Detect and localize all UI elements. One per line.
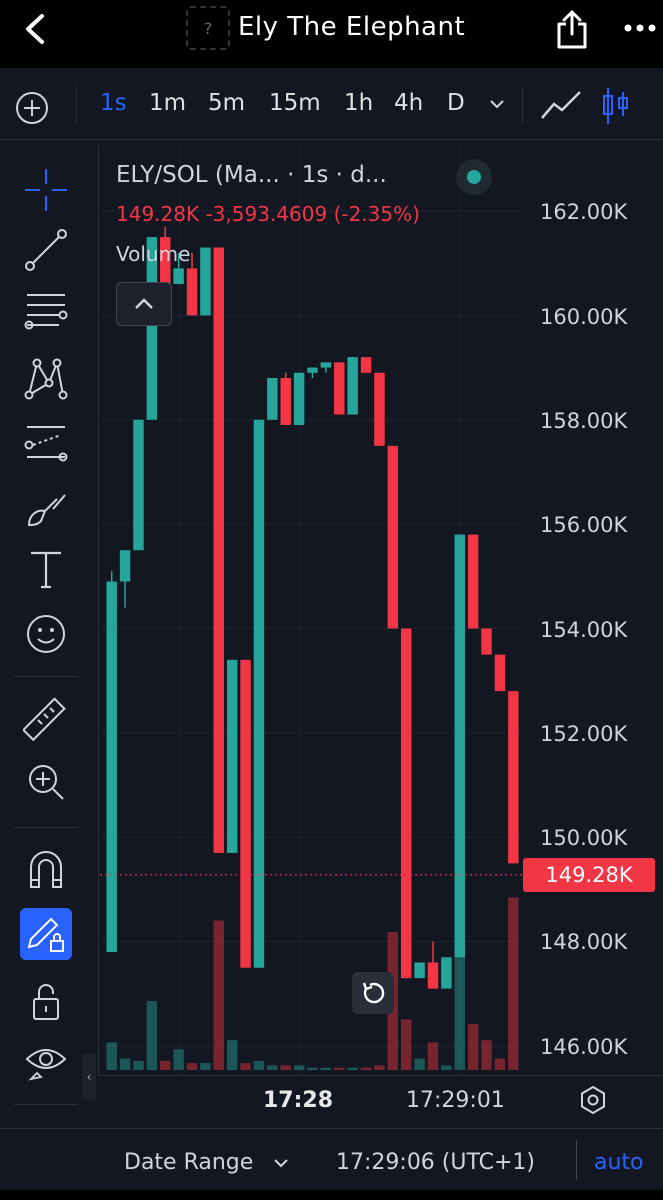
candle-body — [441, 957, 452, 989]
timezone-clock[interactable]: 17:29:06 (UTC+1) — [336, 1150, 535, 1175]
volume-bar — [106, 1042, 117, 1070]
price-axis-label: 160.00K — [540, 305, 628, 329]
volume-bar — [320, 1067, 332, 1070]
candle-body — [400, 628, 412, 979]
volume-bar — [173, 1049, 184, 1070]
app-root: ? Ely The Elephant 1s 1m 5m 15m 1h 4h D — [0, 0, 663, 1200]
price-axis-label: 162.00K — [540, 200, 628, 224]
live-status-dot — [456, 159, 492, 195]
legend-change-pct: (-2.35%) — [333, 202, 420, 226]
volume-bar — [508, 897, 519, 1070]
candle-body — [387, 445, 399, 629]
time-axis-label: 17:28 — [263, 1088, 334, 1113]
candle-body — [119, 550, 131, 582]
volume-bar — [293, 1065, 305, 1070]
legend-change: -3,593.4609 — [205, 202, 328, 226]
price-axis-label: 156.00K — [540, 513, 628, 537]
volume-bar — [441, 1065, 452, 1070]
volume-bar — [226, 1040, 238, 1070]
price-change-legend: 149.28K -3,593.4609 (-2.35%) — [116, 202, 420, 226]
candle-body — [320, 362, 332, 368]
candle-body — [200, 247, 211, 316]
volume-bar — [494, 1058, 506, 1070]
candle-body — [454, 534, 465, 958]
price-axis-label: 148.00K — [540, 930, 628, 954]
candle-body — [427, 962, 439, 989]
volume-bar — [334, 1067, 345, 1070]
bottom-divider — [576, 1140, 577, 1180]
chevron-up-icon — [135, 298, 153, 309]
volume-bar — [427, 1042, 439, 1070]
candle-body — [334, 362, 345, 415]
candle-body — [293, 372, 305, 425]
volume-bar — [414, 1058, 425, 1070]
candle-body — [280, 378, 291, 425]
volume-bar — [213, 920, 225, 1070]
volume-legend[interactable]: Volume — [116, 242, 190, 266]
chart-settings-icon[interactable] — [578, 1085, 608, 1115]
price-axis-label: 154.00K — [540, 618, 628, 642]
candle-body — [481, 628, 492, 655]
volume-bar — [160, 1060, 171, 1070]
current-price-tag: 149.28K — [523, 858, 655, 892]
candle-body — [347, 357, 358, 415]
volume-bar — [347, 1067, 358, 1070]
legend-last-price: 149.28K — [116, 202, 200, 226]
volume-bar — [119, 1058, 131, 1070]
volume-bar — [360, 1067, 372, 1070]
volume-bar — [481, 1040, 492, 1070]
candle-body — [494, 654, 506, 692]
volume-bar — [280, 1065, 291, 1070]
candle-body — [253, 419, 265, 968]
candle-body — [213, 247, 225, 853]
price-axis-label: 158.00K — [540, 409, 628, 433]
candle-body — [133, 419, 144, 551]
date-range-button[interactable]: Date Range — [124, 1150, 253, 1175]
bottom-bar — [0, 1128, 663, 1190]
volume-bar — [307, 1067, 318, 1070]
price-axis-label: 152.00K — [540, 722, 628, 746]
volume-bar — [253, 1060, 265, 1070]
candle-body — [374, 372, 385, 446]
volume-bar — [133, 1060, 144, 1070]
candle-body — [360, 357, 372, 373]
candle-body — [307, 367, 318, 373]
chevron-down-icon[interactable] — [272, 1152, 290, 1174]
reset-icon — [362, 982, 385, 1004]
candle-body — [186, 268, 198, 316]
collapse-legend-button[interactable] — [116, 282, 172, 326]
volume-bar — [454, 943, 465, 1070]
price-axis-label: 150.00K — [540, 826, 628, 850]
price-axis-label: 146.00K — [540, 1035, 628, 1059]
volume-bar — [186, 1063, 198, 1070]
reset-chart-button[interactable] — [352, 972, 394, 1014]
candle-body — [267, 378, 278, 420]
volume-bar — [267, 1065, 278, 1070]
volume-bar — [200, 1063, 211, 1070]
volume-bar — [240, 1063, 251, 1070]
auto-scale-toggle[interactable]: auto — [594, 1150, 644, 1175]
symbol-legend[interactable]: ELY/SOL (Ma... · 1s · d... — [116, 162, 387, 188]
volume-bar — [467, 1024, 479, 1070]
volume-bar — [146, 1001, 158, 1070]
candle-body — [226, 659, 238, 853]
system-bar — [0, 1190, 663, 1200]
time-axis-label: 17:29:01 — [406, 1088, 505, 1113]
candle-body — [240, 659, 251, 968]
candle-body — [173, 268, 184, 285]
volume-bar — [400, 1019, 412, 1070]
candle-body — [106, 581, 117, 953]
candle-body — [467, 534, 479, 629]
volume-bar — [374, 1065, 385, 1070]
candle-body — [508, 691, 519, 864]
candle-body — [414, 962, 425, 979]
